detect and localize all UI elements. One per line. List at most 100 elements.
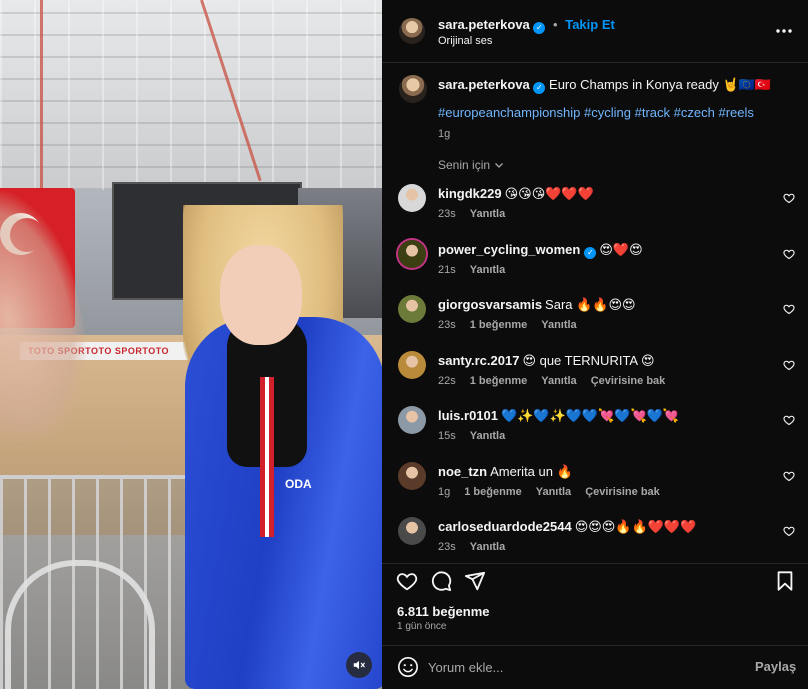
author-avatar[interactable]	[399, 18, 425, 44]
comment-text: 😘😘😘❤️❤️❤️	[504, 186, 594, 201]
comment-row: luis.r0101 💙✨💙✨💙💙💘💙💘💙💘 15s Yanıtla	[382, 406, 808, 456]
hashtag-link[interactable]: #europeanchampionship	[438, 105, 580, 120]
comment-input[interactable]	[428, 656, 728, 678]
like-count[interactable]: 6.811 beğenme	[397, 604, 490, 619]
comment-like-icon[interactable]	[783, 303, 795, 315]
commenter-avatar[interactable]	[398, 295, 426, 323]
commenter-username[interactable]: power_cycling_women	[438, 242, 580, 257]
commenter-username[interactable]: santy.rc.2017	[438, 353, 519, 368]
comment-time: 23s	[438, 319, 456, 331]
comment-row: power_cycling_women ✓ 😍❤️😍 21s Yanıtla	[382, 239, 808, 290]
caption-text: Euro Champs in Konya ready 🤘🇪🇺🇹🇷	[549, 77, 772, 92]
reply-button[interactable]: Yanıtla	[541, 375, 576, 387]
more-options-icon[interactable]	[775, 24, 793, 38]
reply-button[interactable]: Yanıtla	[470, 541, 505, 553]
caption-avatar[interactable]	[399, 75, 427, 103]
commenter-avatar[interactable]	[398, 406, 426, 434]
see-translation-button[interactable]: Çevirisine bak	[591, 375, 666, 387]
reel-video[interactable]: TOTO SPORTOTO SPORTOTO ODA	[0, 0, 382, 689]
commenter-username[interactable]: giorgosvarsamis	[438, 297, 542, 312]
comment-like-icon[interactable]	[783, 248, 795, 260]
commenter-avatar[interactable]	[398, 239, 426, 268]
comment-icon[interactable]	[430, 570, 452, 592]
comment-like-icon[interactable]	[783, 192, 795, 204]
see-translation-button[interactable]: Çevirisine bak	[585, 486, 660, 498]
comment-text: Amerita un 🔥	[490, 463, 573, 479]
comment-like-icon[interactable]	[783, 470, 795, 482]
hashtag-link[interactable]: #track	[635, 105, 670, 120]
separator-dot: •	[553, 17, 558, 32]
comment-text: 😍😍😍🔥🔥❤️❤️❤️	[574, 519, 697, 534]
comment-like-count[interactable]: 1 beğenme	[470, 319, 527, 331]
verified-badge-icon: ✓	[533, 82, 546, 94]
comment-filter-label: Senin için	[438, 158, 491, 172]
comment-filter-dropdown[interactable]: Senin için	[438, 158, 504, 172]
commenter-avatar[interactable]	[398, 517, 426, 545]
rider-suit: ODA	[185, 317, 382, 689]
share-icon[interactable]	[464, 570, 486, 592]
commenter-avatar[interactable]	[398, 350, 426, 379]
comment-text: 💙✨💙✨💙💙💘💙💘💙💘	[501, 408, 680, 423]
roof-cable	[40, 0, 43, 190]
commenter-username[interactable]: noe_tzn	[438, 464, 487, 479]
comment-row: giorgosvarsamis Sara 🔥🔥😍😍 23s 1 beğenme Yanı…	[382, 295, 808, 345]
comment-text: 😍❤️😍	[599, 241, 643, 257]
reply-button[interactable]: Yanıtla	[470, 208, 505, 220]
hashtag-link[interactable]: #czech	[674, 105, 715, 120]
commenter-username[interactable]: luis.r0101	[438, 408, 498, 423]
comment-row: noe_tzn Amerita un 🔥 1g 1 beğenme Yanıtla Çev…	[382, 461, 808, 512]
verified-badge-icon: ✓	[584, 246, 597, 259]
post-age: 1 gün önce	[397, 621, 447, 632]
post-comment-button[interactable]: Paylaş	[755, 659, 796, 674]
comment-time: 23s	[438, 208, 456, 220]
comment-text: Sara 🔥🔥😍😍	[545, 297, 636, 312]
post-actions: 6.811 beğenme 1 gün önce	[382, 563, 808, 645]
comment-like-icon[interactable]	[783, 414, 795, 426]
muted-speaker-icon	[353, 660, 365, 670]
suit-logo-text: ODA	[285, 477, 312, 491]
audio-label[interactable]: Orijinal ses	[438, 35, 492, 47]
verified-badge-icon: ✓	[533, 22, 546, 34]
reply-button[interactable]: Yanıtla	[541, 319, 576, 331]
reply-button[interactable]: Yanıtla	[470, 430, 505, 442]
comment-row: kingdk229 😘😘😘❤️❤️❤️ 23s Yanıtla	[382, 184, 808, 234]
reply-button[interactable]: Yanıtla	[536, 486, 571, 498]
chevron-down-icon	[495, 163, 503, 168]
comment-row: santy.rc.2017 😍 que TERNURITA 😍 22s 1 beğen…	[382, 350, 808, 401]
commenter-avatar[interactable]	[398, 184, 426, 212]
comment-time: 15s	[438, 430, 456, 442]
comment-like-icon[interactable]	[783, 359, 795, 371]
follow-button[interactable]: Takip Et	[565, 17, 615, 32]
rider-face	[220, 245, 302, 345]
comment-row: carloseduardode2544 😍😍😍🔥🔥❤️❤️❤️ 23s Yanıtla	[382, 517, 808, 563]
heart-icon[interactable]	[396, 570, 418, 592]
hashtag-link[interactable]: #cycling	[584, 105, 631, 120]
commenter-username[interactable]: carloseduardode2544	[438, 519, 572, 534]
caption-time: 1g	[438, 128, 451, 140]
cyclist-figure: ODA	[165, 205, 382, 689]
plastic-chair	[5, 560, 155, 689]
author-username[interactable]: sara.peterkova	[438, 17, 530, 32]
hashtag-link[interactable]: #reels	[718, 105, 753, 120]
suit-zipper	[260, 377, 274, 537]
caption-hashtags: #europeanchampionship #cycling #track #c…	[438, 105, 754, 120]
comment-time: 22s	[438, 374, 456, 387]
commenter-avatar[interactable]	[398, 461, 426, 490]
comment-composer: Paylaş	[382, 645, 808, 689]
mute-toggle-button[interactable]	[346, 652, 372, 678]
comment-like-count[interactable]: 1 beğenme	[464, 486, 521, 498]
comments-section[interactable]: sara.peterkova ✓ Euro Champs in Konya re…	[382, 63, 808, 563]
caption-username[interactable]: sara.peterkova	[438, 77, 530, 92]
commenter-username[interactable]: kingdk229	[438, 186, 502, 201]
comment-like-count[interactable]: 1 beğenme	[470, 375, 527, 387]
velodrome-ceiling	[0, 0, 382, 190]
emoji-icon[interactable]	[397, 656, 419, 678]
bookmark-icon[interactable]	[774, 570, 796, 592]
comment-time: 21s	[438, 263, 456, 276]
reply-button[interactable]: Yanıtla	[470, 264, 505, 276]
comment-time: 1g	[438, 485, 451, 498]
comment-time: 23s	[438, 541, 456, 553]
comment-text: 😍 que TERNURITA 😍	[522, 352, 655, 368]
comment-like-icon[interactable]	[783, 525, 795, 537]
post-details-panel: sara.peterkova ✓ • Takip Et Orijinal ses…	[382, 0, 808, 689]
